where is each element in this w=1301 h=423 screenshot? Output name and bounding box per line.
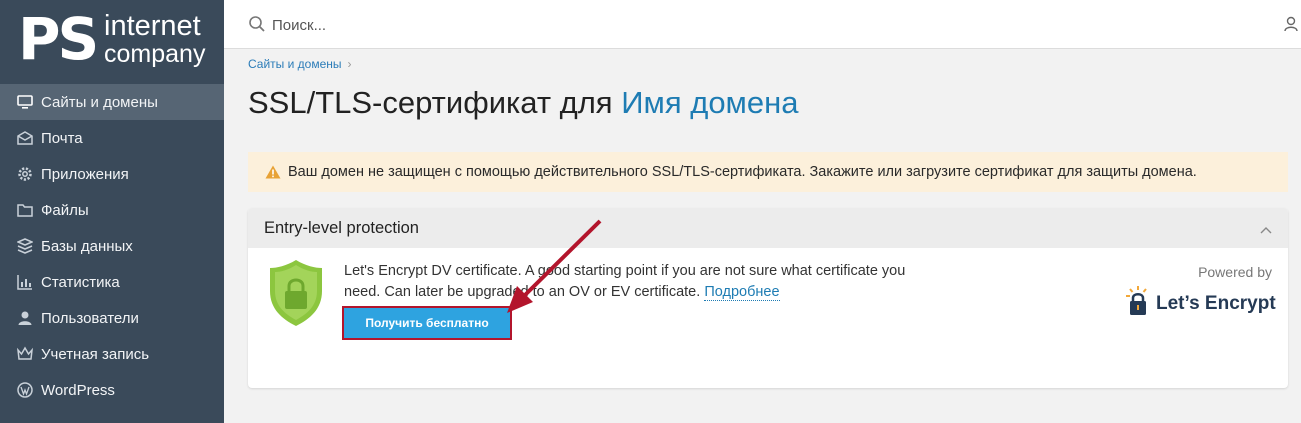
sidebar-item-label: Статистика — [41, 273, 120, 291]
warning-alert: Ваш домен не защищен с помощью действите… — [248, 152, 1288, 192]
top-bar — [224, 0, 1301, 49]
description-text: Let's Encrypt DV certificate. A good sta… — [344, 263, 906, 300]
lets-encrypt-text: Let’s Encrypt — [1156, 292, 1276, 314]
warning-icon — [265, 165, 281, 179]
powered-by-label: Powered by — [1198, 264, 1272, 280]
user-icon — [16, 309, 34, 327]
shield-lock-icon — [268, 259, 324, 332]
sidebar: PS internet company Сайты и домены Почта… — [0, 0, 224, 423]
wordpress-icon — [16, 381, 34, 399]
sidebar-item-label: Учетная запись — [41, 345, 150, 363]
page-title-prefix: SSL/TLS-сертификат для — [248, 85, 613, 120]
card-header[interactable]: Entry-level protection — [248, 208, 1288, 248]
page-title-domain[interactable]: Имя домена — [621, 85, 798, 120]
lets-encrypt-lock-icon — [1126, 286, 1150, 321]
card-title: Entry-level protection — [264, 219, 419, 237]
sidebar-item-label: Сайты и домены — [41, 93, 158, 111]
get-free-button[interactable]: Получить бесплатно — [342, 306, 512, 340]
certificate-description: Let's Encrypt DV certificate. A good sta… — [344, 261, 944, 303]
search-input[interactable] — [270, 12, 874, 38]
gear-icon — [16, 165, 34, 183]
breadcrumb-separator: › — [347, 57, 352, 71]
company-logo[interactable]: PS internet company — [0, 0, 224, 84]
logo-line2: company — [104, 40, 206, 68]
crown-icon — [16, 345, 34, 363]
breadcrumb-link-sites[interactable]: Сайты и домены — [248, 57, 342, 71]
sidebar-item-label: Файлы — [41, 201, 89, 219]
user-menu-icon[interactable] — [1284, 16, 1298, 37]
mail-icon — [16, 129, 34, 147]
search-icon — [248, 15, 266, 38]
sidebar-item-label: Базы данных — [41, 237, 133, 255]
bar-chart-icon — [16, 273, 34, 291]
certificate-card: Entry-level protection Let's Encrypt DV … — [248, 208, 1288, 388]
sidebar-item-label: Приложения — [41, 165, 129, 183]
sidebar-item-label: WordPress — [41, 381, 115, 399]
sidebar-item-account[interactable]: Учетная запись — [0, 336, 224, 372]
more-link[interactable]: Подробнее — [704, 284, 780, 301]
sidebar-item-wordpress[interactable]: WordPress — [0, 372, 224, 408]
sidebar-item-users[interactable]: Пользователи — [0, 300, 224, 336]
folder-icon — [16, 201, 34, 219]
monitor-icon — [16, 93, 34, 111]
lets-encrypt-logo: Let’s Encrypt — [1126, 286, 1276, 321]
sidebar-item-sites[interactable]: Сайты и домены — [0, 84, 224, 120]
logo-line1: internet — [104, 10, 201, 42]
sidebar-item-databases[interactable]: Базы данных — [0, 228, 224, 264]
database-icon — [16, 237, 34, 255]
chevron-up-icon[interactable] — [1260, 221, 1272, 239]
sidebar-item-mail[interactable]: Почта — [0, 120, 224, 156]
sidebar-item-label: Почта — [41, 129, 83, 147]
logo-ps: PS — [18, 5, 99, 73]
breadcrumb: Сайты и домены › — [248, 57, 352, 71]
sidebar-item-label: Пользователи — [41, 309, 139, 327]
sidebar-item-files[interactable]: Файлы — [0, 192, 224, 228]
sidebar-item-apps[interactable]: Приложения — [0, 156, 224, 192]
alert-message: Ваш домен не защищен с помощью действите… — [288, 164, 1197, 180]
page-title: SSL/TLS-сертификат для Имя домена — [248, 84, 798, 122]
sidebar-item-statistics[interactable]: Статистика — [0, 264, 224, 300]
